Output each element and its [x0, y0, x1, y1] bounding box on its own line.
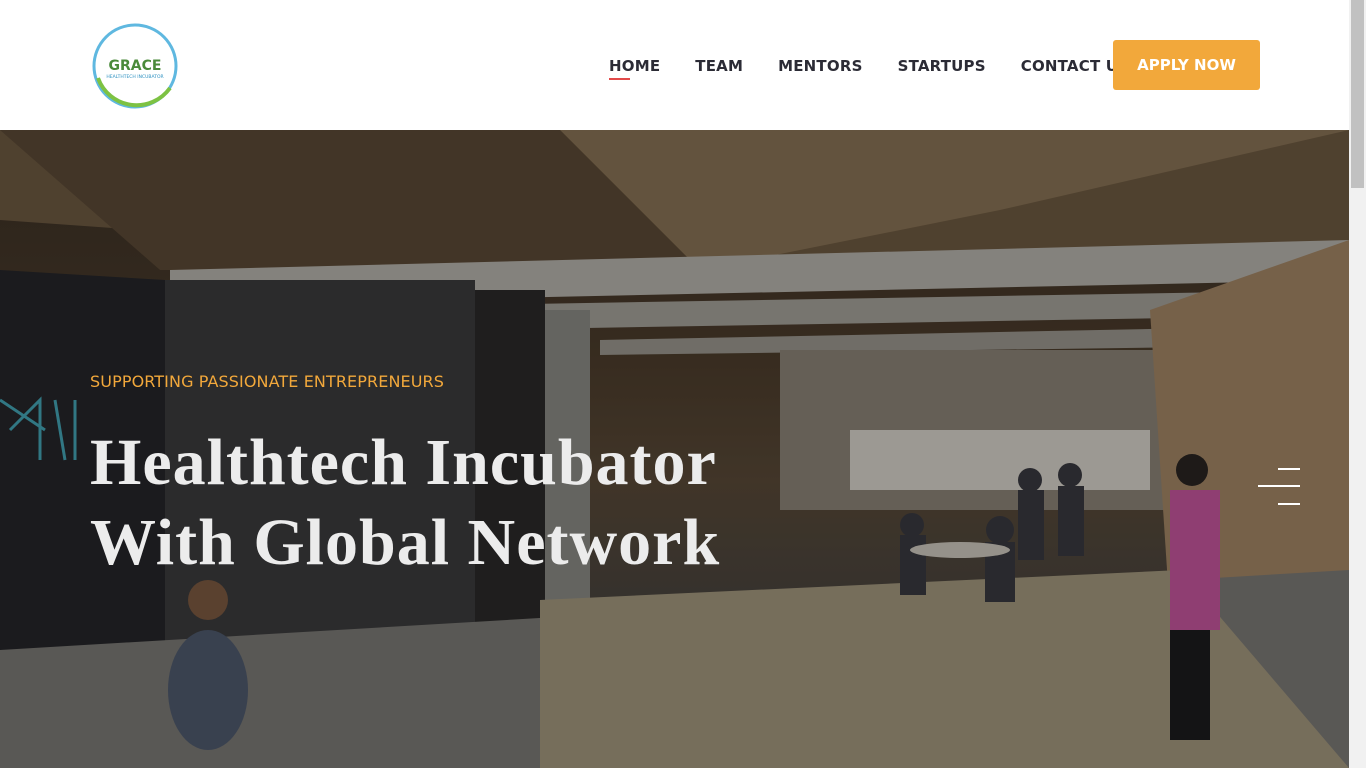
apply-now-button[interactable]: APPLY NOW: [1113, 40, 1260, 90]
nav-team[interactable]: TEAM: [695, 57, 743, 75]
nav-home[interactable]: HOME: [609, 57, 660, 80]
main-nav: HOME TEAM MENTORS STARTUPS CONTACT US: [609, 57, 1164, 80]
page-scrollbar[interactable]: [1349, 0, 1366, 768]
hero-headline: Healthtech Incubator With Global Network: [90, 423, 720, 583]
site-header: GRACE HEALTHTECH INCUBATOR HOME TEAM MEN…: [0, 0, 1349, 130]
headline-line-1: Healthtech Incubator: [90, 426, 717, 499]
scrollbar-thumb[interactable]: [1351, 0, 1364, 188]
hamburger-icon[interactable]: [1258, 468, 1300, 508]
nav-startups[interactable]: STARTUPS: [898, 57, 986, 75]
headline-line-2: With Global Network: [90, 506, 721, 579]
grace-logo[interactable]: GRACE HEALTHTECH INCUBATOR: [90, 20, 180, 112]
hero-tagline: SUPPORTING PASSIONATE ENTREPRENEURS: [90, 372, 445, 391]
svg-text:GRACE: GRACE: [109, 58, 162, 74]
nav-mentors[interactable]: MENTORS: [778, 57, 862, 75]
svg-text:HEALTHTECH INCUBATOR: HEALTHTECH INCUBATOR: [106, 74, 163, 80]
hero-section: SUPPORTING PASSIONATE ENTREPRENEURS Heal…: [0, 130, 1349, 768]
